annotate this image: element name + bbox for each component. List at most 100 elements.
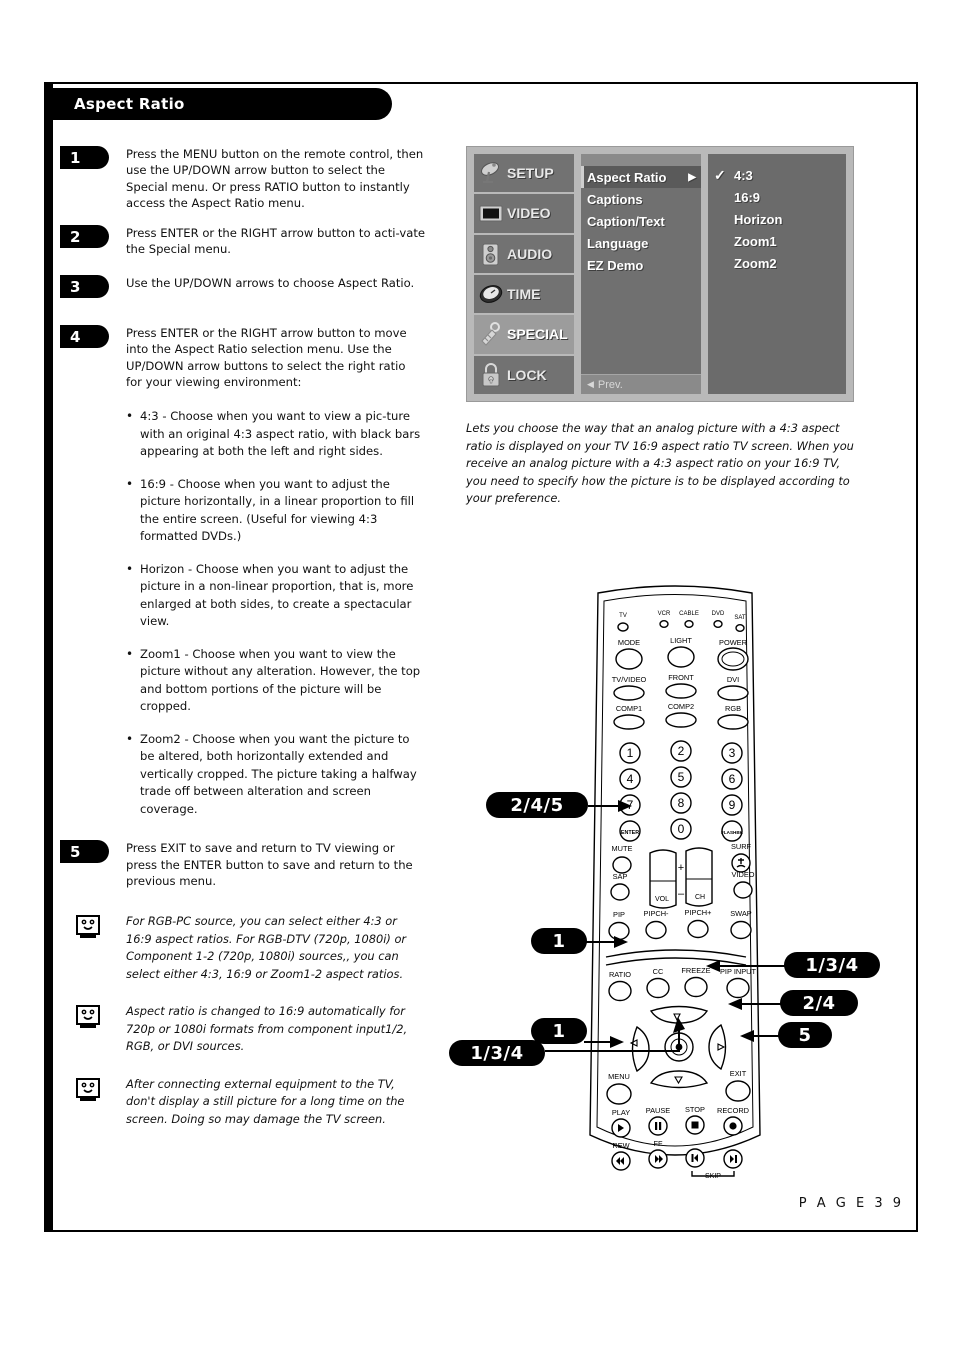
svg-text:MUTE: MUTE <box>612 844 633 853</box>
osd-aspect-ratio-options: ✓ 4:3 16:9 Horizon Zoom1 Zoom2 <box>708 154 846 394</box>
svg-text:+: + <box>678 862 684 874</box>
key-icon <box>478 321 504 347</box>
callout-enter: 2/4/5 <box>486 792 588 818</box>
smiley-note-icon <box>76 1077 102 1102</box>
osd-option-label: Zoom1 <box>734 233 777 249</box>
svg-text:6: 6 <box>729 772 736 786</box>
aspect-ratio-bullet-list: 4:3 - Choose when you want to view a pic… <box>126 408 425 818</box>
osd-option-4-3[interactable]: ✓ 4:3 <box>708 164 846 186</box>
osd-description-text: Lets you choose the way that an analog p… <box>466 421 854 505</box>
bullet-16-9: 16:9 - Choose when you want to adjust th… <box>126 476 425 546</box>
svg-text:SKIP: SKIP <box>705 1173 721 1180</box>
svg-text:MENU: MENU <box>608 1072 630 1081</box>
osd-item-label: Language <box>587 235 649 251</box>
callout-label: 1/3/4 <box>805 954 859 976</box>
svg-text:VOL: VOL <box>655 896 669 903</box>
osd-category-time[interactable]: TIME <box>474 274 574 316</box>
osd-category-setup[interactable]: SETUP <box>474 154 574 195</box>
callout-up-arrow <box>706 960 720 972</box>
callout-down-arrow <box>673 1017 685 1033</box>
svg-text:PIPCH-: PIPCH- <box>643 909 669 918</box>
svg-text:2: 2 <box>678 744 685 758</box>
callout-right-arrow <box>728 998 742 1010</box>
svg-text:PIP INPUT: PIP INPUT <box>720 967 756 976</box>
svg-text:8: 8 <box>678 796 685 810</box>
osd-category-lock[interactable]: LOCK <box>474 355 574 394</box>
osd-category-label: LOCK <box>507 366 547 383</box>
osd-option-label: Horizon <box>734 211 783 227</box>
svg-text:FF: FF <box>653 1139 663 1148</box>
osd-item-label: Caption/Text <box>587 213 665 229</box>
svg-text:COMP2: COMP2 <box>668 702 694 711</box>
note-1-text: For RGB-PC source, you can select either… <box>126 914 407 981</box>
note-2: Aspect ratio is changed to 16:9 automati… <box>60 1003 425 1056</box>
svg-text:–: – <box>678 888 685 900</box>
callout-label: 1/3/4 <box>470 1042 524 1064</box>
svg-text:TV: TV <box>619 613 627 619</box>
svg-text:SURF: SURF <box>731 842 752 851</box>
bullet-zoom2: Zoom2 - Choose when you want the picture… <box>126 731 425 819</box>
callout-up: 1/3/4 <box>784 952 880 978</box>
osd-category-special[interactable]: SPECIAL <box>474 315 574 356</box>
step-1: 1 Press the MENU button on the remote co… <box>60 146 425 211</box>
osd-item-language[interactable]: Language <box>581 232 701 254</box>
osd-special-submenu: Aspect Ratio ▶ Captions Caption/Text Lan… <box>581 154 701 394</box>
step-4-badge: 4 <box>60 325 109 349</box>
svg-text:SAP: SAP <box>613 872 628 881</box>
svg-text:4: 4 <box>627 772 634 786</box>
osd-category-label: VIDEO <box>507 205 551 222</box>
osd-category-video[interactable]: VIDEO <box>474 194 574 235</box>
osd-prev-button[interactable]: ◀ Prev. <box>581 374 701 394</box>
instructions-column: 1 Press the MENU button on the remote co… <box>60 146 425 1148</box>
callout-up-leader <box>718 965 786 967</box>
step-5-badge: 5 <box>60 840 109 864</box>
osd-category-audio[interactable]: AUDIO <box>474 234 574 275</box>
osd-option-16-9[interactable]: 16:9 <box>708 186 846 208</box>
svg-text:DVI: DVI <box>727 675 739 684</box>
svg-text:FRONT: FRONT <box>668 673 694 682</box>
osd-item-ez-demo[interactable]: EZ Demo <box>581 254 701 276</box>
svg-text:STOP: STOP <box>685 1105 705 1114</box>
svg-text:0: 0 <box>678 822 685 836</box>
svg-text:CH: CH <box>695 894 705 901</box>
svg-text:RECORD: RECORD <box>717 1106 749 1115</box>
osd-category-column: SETUP VIDEO AUDIO TIME SPECIAL LOCK <box>474 154 574 394</box>
callout-menu-arrow <box>610 1036 624 1048</box>
remote-control-diagram: .rb{fill:#fff;stroke:#000;stroke-width:1… <box>430 575 920 1185</box>
svg-text:DVD: DVD <box>712 611 725 617</box>
callout-label: 1 <box>552 1020 566 1042</box>
step-2-text: Press ENTER or the RIGHT arrow button to… <box>126 226 425 257</box>
osd-option-horizon[interactable]: Horizon <box>708 208 846 230</box>
svg-text:PIPCH+: PIPCH+ <box>685 908 712 917</box>
note-1: For RGB-PC source, you can select either… <box>60 913 425 983</box>
osd-option-zoom1[interactable]: Zoom1 <box>708 230 846 252</box>
svg-text:LIGHT: LIGHT <box>670 636 692 645</box>
svg-text:RATIO: RATIO <box>609 970 631 979</box>
osd-option-label: 16:9 <box>734 189 761 205</box>
note-3-text: After connecting external equipment to t… <box>126 1076 405 1126</box>
padlock-icon <box>478 362 504 388</box>
remote-control-illustration: .rb{fill:#fff;stroke:#000;stroke-width:1… <box>589 585 761 1180</box>
step-3-text: Use the UP/DOWN arrows to choose Aspect … <box>126 276 415 291</box>
step-2-badge: 2 <box>60 225 109 249</box>
step-3-badge: 3 <box>60 275 109 299</box>
smiley-note-icon <box>76 915 102 939</box>
svg-text:1: 1 <box>627 746 634 760</box>
svg-text:PAUSE: PAUSE <box>646 1106 671 1115</box>
svg-text:SAT: SAT <box>734 615 746 621</box>
satellite-dish-icon <box>478 160 504 186</box>
callout-menu: 1 <box>531 1018 587 1044</box>
callout-ratio: 1 <box>531 928 587 954</box>
osd-category-label: SETUP <box>507 165 554 182</box>
tv-osd-menu: SETUP VIDEO AUDIO TIME SPECIAL LOCK Aspe… <box>466 146 854 402</box>
osd-item-caption-text[interactable]: Caption/Text <box>581 210 701 232</box>
callout-label: 5 <box>798 1024 812 1046</box>
osd-item-aspect-ratio[interactable]: Aspect Ratio ▶ <box>581 166 701 188</box>
osd-item-captions[interactable]: Captions <box>581 188 701 210</box>
callout-label: 1 <box>552 930 566 952</box>
svg-text:POWER: POWER <box>719 638 747 647</box>
step-5: 5 Press EXIT to save and return to TV vi… <box>60 840 425 889</box>
callout-exit: 5 <box>778 1022 832 1048</box>
osd-option-zoom2[interactable]: Zoom2 <box>708 252 846 274</box>
chevron-right-icon: ▶ <box>688 171 696 183</box>
